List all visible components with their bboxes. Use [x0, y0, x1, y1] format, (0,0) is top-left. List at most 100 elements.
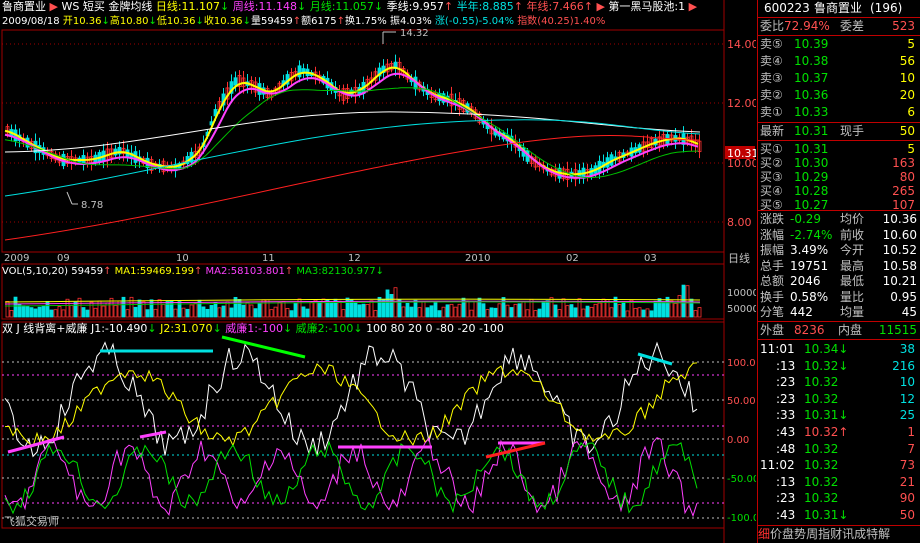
volume-bar[interactable]: [281, 301, 286, 318]
volume-bar[interactable]: [209, 305, 214, 318]
volume-bar[interactable]: [425, 307, 430, 318]
volume-bar[interactable]: [173, 308, 178, 318]
volume-bar[interactable]: [337, 300, 342, 318]
volume-bar[interactable]: [609, 307, 614, 318]
panel-tab[interactable]: 讯: [842, 525, 854, 543]
volume-bar[interactable]: [357, 304, 362, 318]
volume-bar[interactable]: [37, 306, 42, 318]
indicator-menu[interactable]: 短买: [83, 0, 105, 13]
panel-tab[interactable]: 成: [854, 525, 866, 543]
volume-bar[interactable]: [341, 309, 346, 318]
volume-bar[interactable]: [221, 305, 226, 318]
candlestick-series[interactable]: [5, 54, 702, 188]
volume-bar[interactable]: [161, 304, 166, 318]
volume-bar[interactable]: [181, 307, 186, 318]
play-icon[interactable]: ▶: [596, 0, 604, 13]
volume-bar[interactable]: [401, 306, 406, 318]
volume-bar[interactable]: [421, 301, 426, 318]
candle-body[interactable]: [297, 65, 302, 78]
volume-bar[interactable]: [661, 301, 666, 318]
volume-bars[interactable]: [4, 284, 702, 318]
volume-bar[interactable]: [537, 308, 542, 318]
volume-bar[interactable]: [285, 308, 290, 318]
panel-tab[interactable]: 解: [878, 525, 890, 543]
volume-bar[interactable]: [265, 299, 270, 318]
volume-bar[interactable]: [293, 302, 298, 318]
volume-bar[interactable]: [153, 308, 158, 318]
volume-bar[interactable]: [677, 295, 682, 318]
volume-bar[interactable]: [273, 306, 278, 318]
volume-bar[interactable]: [453, 306, 458, 318]
volume-bar[interactable]: [205, 308, 210, 318]
volume-bar[interactable]: [73, 301, 78, 318]
volume-bar[interactable]: [417, 307, 422, 318]
volume-bar[interactable]: [201, 306, 206, 318]
volume-bar[interactable]: [517, 303, 522, 318]
volume-bar[interactable]: [565, 305, 570, 318]
oscillator-title[interactable]: 双 J 线背离+威廉: [2, 322, 87, 335]
volume-bar[interactable]: [497, 303, 502, 318]
volume-bar[interactable]: [473, 301, 478, 318]
volume-bar[interactable]: [513, 303, 518, 318]
volume-bar[interactable]: [229, 307, 234, 318]
volume-bar[interactable]: [197, 299, 202, 318]
volume-bar[interactable]: [373, 310, 378, 318]
volume-bar[interactable]: [309, 301, 314, 318]
volume-bar[interactable]: [249, 304, 254, 318]
menu-arrow-icon[interactable]: ▶: [50, 0, 58, 13]
volume-bar[interactable]: [485, 309, 490, 318]
volume-bar[interactable]: [21, 305, 26, 318]
volume-bar[interactable]: [13, 296, 18, 318]
volume-bar[interactable]: [621, 301, 626, 318]
volume-bar[interactable]: [593, 303, 598, 318]
volume-bar[interactable]: [501, 297, 506, 318]
more-arrow-icon[interactable]: ▶: [689, 0, 697, 13]
volume-bar[interactable]: [449, 303, 454, 318]
volume-bar[interactable]: [93, 307, 98, 318]
panel-tab[interactable]: 周: [806, 525, 818, 543]
volume-bar[interactable]: [145, 309, 150, 318]
volume-bar[interactable]: [113, 305, 118, 318]
volume-bar[interactable]: [301, 306, 306, 318]
volume-bar[interactable]: [49, 309, 54, 318]
volume-bar[interactable]: [445, 304, 450, 318]
volume-bar[interactable]: [69, 304, 74, 318]
volume-bar[interactable]: [125, 309, 130, 318]
volume-bar[interactable]: [557, 309, 562, 318]
ws-toggle[interactable]: WS: [61, 0, 79, 13]
volume-bar[interactable]: [549, 297, 554, 318]
volume-bar[interactable]: [361, 303, 366, 318]
volume-bar[interactable]: [241, 304, 246, 318]
volume-bar[interactable]: [653, 300, 658, 318]
volume-bar[interactable]: [41, 305, 46, 318]
volume-bar[interactable]: [525, 309, 530, 318]
volume-bar[interactable]: [597, 302, 602, 318]
panel-tab[interactable]: 细: [758, 525, 770, 543]
volume-bar[interactable]: [489, 307, 494, 318]
volume-bar[interactable]: [81, 307, 86, 318]
volume-bar[interactable]: [129, 296, 134, 318]
volume-bar[interactable]: [261, 299, 266, 318]
volume-bar[interactable]: [269, 309, 274, 318]
panel-tab[interactable]: 指: [818, 525, 830, 543]
indicator-name[interactable]: 金牌均线: [108, 0, 152, 13]
volume-bar[interactable]: [641, 309, 646, 318]
volume-bar[interactable]: [481, 303, 486, 318]
candle-body[interactable]: [233, 77, 238, 86]
volume-bar[interactable]: [681, 284, 686, 318]
volume-bar[interactable]: [693, 310, 698, 318]
volume-bar[interactable]: [89, 301, 94, 318]
panel-tab[interactable]: 特: [866, 525, 878, 543]
volume-bar[interactable]: [225, 301, 230, 318]
volume-bar[interactable]: [541, 300, 546, 318]
volume-bar[interactable]: [121, 296, 126, 318]
volume-bar[interactable]: [581, 308, 586, 318]
volume-bar[interactable]: [253, 308, 258, 318]
volume-bar[interactable]: [33, 308, 38, 318]
panel-tab[interactable]: 财: [830, 525, 842, 543]
volume-bar[interactable]: [277, 301, 282, 318]
volume-bar[interactable]: [245, 302, 250, 318]
volume-bar[interactable]: [493, 307, 498, 318]
volume-bar[interactable]: [433, 301, 438, 318]
volume-bar[interactable]: [505, 304, 510, 318]
